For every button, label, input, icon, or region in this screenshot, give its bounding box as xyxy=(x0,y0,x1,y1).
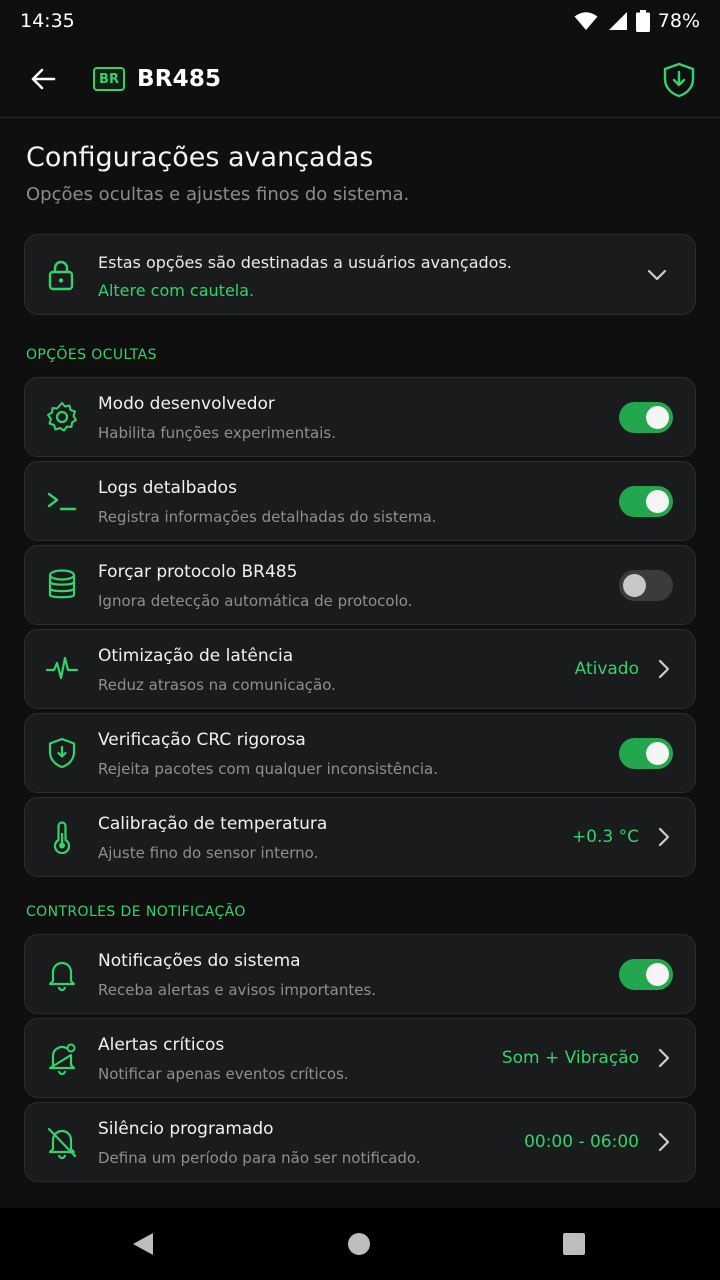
toggle-knob xyxy=(646,490,669,513)
setting-row-system-notifications[interactable]: Notificações do sistema Receba alertas e… xyxy=(24,934,696,1014)
toggle-knob xyxy=(646,963,669,986)
chevron-right-icon xyxy=(658,1132,670,1152)
battery-percent: 78% xyxy=(657,10,700,32)
setting-title: Alertas críticos xyxy=(98,1035,225,1055)
toggle-knob xyxy=(646,406,669,429)
force-protocol-toggle[interactable] xyxy=(619,570,673,601)
setting-value: Ativado xyxy=(574,659,639,679)
shield-download-icon[interactable] xyxy=(662,62,696,98)
setting-row-force-protocol[interactable]: Forçar protocolo BR485 Ignora detecção a… xyxy=(24,545,696,625)
signal-icon xyxy=(608,12,627,30)
setting-title: Modo desenvolvedor xyxy=(98,394,275,414)
setting-title: Calibração de temperatura xyxy=(98,814,328,834)
lock-icon xyxy=(48,260,74,291)
setting-row-developer-mode[interactable]: Modo desenvolvedor Habilita funções expe… xyxy=(24,377,696,457)
page-subtitle: Opções ocultas e ajustes finos do sistem… xyxy=(26,184,410,205)
setting-value: 00:00 - 06:00 xyxy=(524,1132,639,1152)
battery-icon xyxy=(635,10,650,32)
chevron-right-icon xyxy=(658,1048,670,1068)
setting-description: Reduz atrasos na comunicação. xyxy=(98,676,336,694)
back-arrow-icon[interactable] xyxy=(28,64,58,94)
status-bar: 14:35 78% xyxy=(0,0,720,42)
warning-caution-text: Altere com cautela. xyxy=(98,281,255,300)
setting-description: Ignora detecção automática de protocolo. xyxy=(98,592,413,610)
setting-description: Receba alertas e avisos importantes. xyxy=(98,981,377,999)
setting-title: Notificações do sistema xyxy=(98,951,301,971)
detailed-logs-toggle[interactable] xyxy=(619,486,673,517)
setting-description: Ajuste fino do sensor interno. xyxy=(98,844,319,862)
setting-title: Verificação CRC rigorosa xyxy=(98,730,306,750)
developer-mode-toggle[interactable] xyxy=(619,402,673,433)
bell-alert-icon xyxy=(48,1043,76,1075)
brand-logo-badge: BR xyxy=(93,67,125,91)
setting-description: Habilita funções experimentais. xyxy=(98,424,336,442)
setting-row-detailed-logs[interactable]: Logs detalbados Registra informações det… xyxy=(24,461,696,541)
bell-icon xyxy=(48,961,76,991)
section-label-notification-controls: CONTROLES DE NOTIFICAÇÃO xyxy=(26,904,246,920)
app-title: BR485 xyxy=(137,66,222,92)
chevron-right-icon xyxy=(658,659,670,679)
bell-off-icon xyxy=(47,1127,77,1159)
toggle-knob xyxy=(623,574,646,597)
status-time: 14:35 xyxy=(20,10,75,32)
status-icons: 78% xyxy=(574,10,700,32)
wifi-icon xyxy=(574,12,598,30)
setting-title: Logs detalbados xyxy=(98,478,237,498)
app-bar: BR BR485 xyxy=(0,42,720,118)
thermometer-icon xyxy=(53,821,71,854)
setting-title: Otimização de latência xyxy=(98,646,294,666)
setting-description: Registra informações detalhadas do siste… xyxy=(98,508,437,526)
setting-description: Defina um período para não ser notificad… xyxy=(98,1149,421,1167)
setting-row-latency-optimization[interactable]: Otimização de latência Reduz atrasos na … xyxy=(24,629,696,709)
chevron-right-icon xyxy=(658,827,670,847)
database-icon xyxy=(48,569,76,599)
setting-row-scheduled-silence[interactable]: Silêncio programado Defina um período pa… xyxy=(24,1102,696,1182)
shield-check-icon xyxy=(48,737,76,769)
setting-title: Forçar protocolo BR485 xyxy=(98,562,298,582)
terminal-icon xyxy=(47,492,77,511)
setting-description: Rejeita pacotes com qualquer inconsistên… xyxy=(98,760,438,778)
setting-value: Som + Vibração xyxy=(501,1048,639,1068)
advanced-warning-card[interactable]: Estas opções são destinadas a usuários a… xyxy=(24,234,696,315)
page-title: Configurações avançadas xyxy=(26,142,374,173)
setting-row-temperature-calibration[interactable]: Calibração de temperatura Ajuste fino do… xyxy=(24,797,696,877)
toggle-knob xyxy=(646,742,669,765)
nav-back-icon[interactable] xyxy=(131,1232,155,1256)
setting-row-crc-verification[interactable]: Verificação CRC rigorosa Rejeita pacotes… xyxy=(24,713,696,793)
app-brand: BR BR485 xyxy=(93,66,221,92)
gear-icon xyxy=(47,402,77,432)
crc-verification-toggle[interactable] xyxy=(619,738,673,769)
nav-recents-icon[interactable] xyxy=(562,1232,586,1256)
setting-description: Notificar apenas eventos críticos. xyxy=(98,1065,349,1083)
chevron-down-icon[interactable] xyxy=(645,263,669,287)
system-navigation-bar xyxy=(0,1208,720,1280)
setting-value: +0.3 °C xyxy=(571,827,639,847)
section-label-hidden-options: OPÇÕES OCULTAS xyxy=(26,347,157,363)
warning-text: Estas opções são destinadas a usuários a… xyxy=(98,253,512,272)
nav-home-icon[interactable] xyxy=(347,1232,371,1256)
setting-title: Silêncio programado xyxy=(98,1119,274,1139)
setting-row-critical-alerts[interactable]: Alertas críticos Notificar apenas evento… xyxy=(24,1018,696,1098)
pulse-icon xyxy=(45,656,79,680)
system-notifications-toggle[interactable] xyxy=(619,959,673,990)
